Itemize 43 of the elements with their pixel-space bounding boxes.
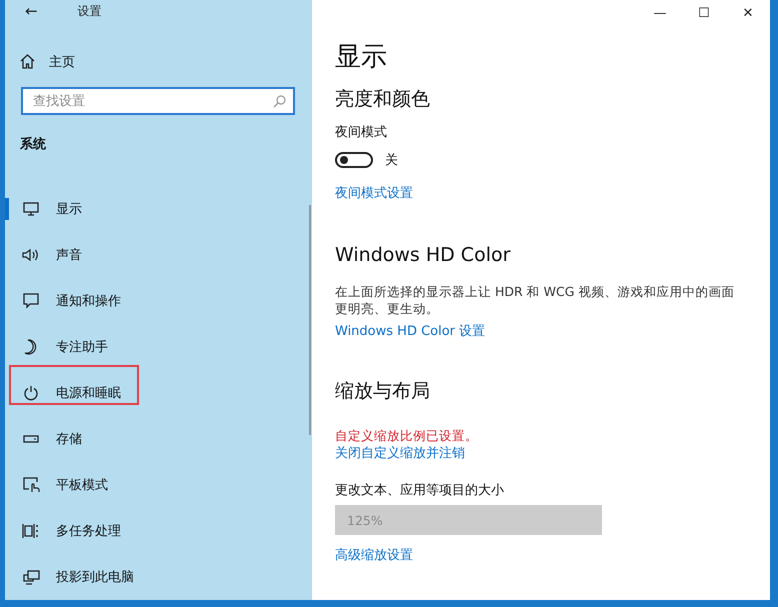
nav-item[interactable]: 显示 bbox=[56, 200, 82, 218]
nav-item[interactable]: 通知和操作 bbox=[56, 292, 121, 310]
toggle-state: 关 bbox=[385, 152, 398, 169]
message-icon bbox=[23, 293, 39, 309]
nav-item[interactable]: 电源和睡眠 bbox=[56, 384, 121, 402]
speaker-icon bbox=[22, 248, 40, 262]
search-field[interactable]: 查找设置 bbox=[21, 87, 295, 115]
section-heading: 缩放与布局 bbox=[335, 379, 431, 404]
description-text: 在上面所选择的显示器上让 HDR 和 WCG 视频、游戏和应用中的画面更明亮、更生动。 bbox=[335, 283, 736, 317]
nav-item[interactable]: 多任务处理 bbox=[56, 522, 121, 540]
link[interactable]: 夜间模式设置 bbox=[335, 185, 413, 203]
section-heading: Windows HD Color bbox=[335, 243, 512, 268]
home-link[interactable]: 主页 bbox=[49, 52, 75, 71]
toggle-switch[interactable] bbox=[335, 152, 373, 168]
warning-text: 自定义缩放比例已设置。 bbox=[335, 427, 478, 445]
moon-icon bbox=[24, 339, 38, 355]
projector-icon bbox=[22, 570, 40, 584]
back-button[interactable]: ← bbox=[25, 2, 38, 20]
link[interactable]: 高级缩放设置 bbox=[335, 547, 413, 565]
tablet-icon bbox=[22, 477, 40, 493]
scrollbar[interactable] bbox=[309, 205, 311, 435]
monitor-icon bbox=[23, 202, 39, 216]
search-icon bbox=[273, 95, 286, 108]
toggle-label: 夜间模式 bbox=[335, 125, 388, 141]
page-title: 显示 bbox=[335, 41, 388, 74]
nav-item[interactable]: 平板模式 bbox=[56, 476, 108, 494]
nav-item[interactable]: 声音 bbox=[56, 246, 82, 264]
multitask-icon bbox=[22, 523, 40, 539]
window-title: 设置 bbox=[78, 2, 102, 20]
nav-item[interactable]: 存储 bbox=[56, 430, 82, 448]
minimize-button[interactable]: — bbox=[638, 6, 682, 20]
home-icon bbox=[20, 54, 35, 70]
nav-item[interactable]: 投影到此电脑 bbox=[56, 568, 134, 586]
close-button[interactable]: ✕ bbox=[726, 6, 770, 20]
maximize-button[interactable]: ☐ bbox=[682, 6, 726, 20]
drive-icon bbox=[23, 435, 39, 443]
section-heading: 亮度和颜色 bbox=[335, 87, 431, 112]
nav-item[interactable]: 专注助手 bbox=[56, 338, 108, 356]
link[interactable]: Windows HD Color 设置 bbox=[335, 323, 486, 341]
dropdown-label: 更改文本、应用等项目的大小 bbox=[335, 483, 505, 499]
section-heading: 系统 bbox=[20, 137, 47, 153]
power-icon bbox=[23, 385, 39, 401]
link[interactable]: 关闭自定义缩放并注销 bbox=[335, 445, 465, 463]
